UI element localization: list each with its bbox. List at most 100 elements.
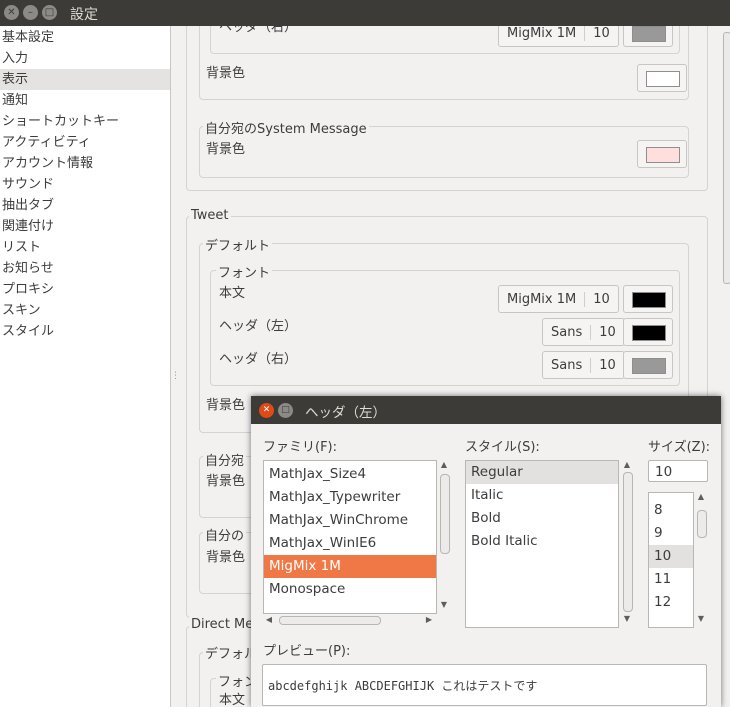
scroll-thumb[interactable] xyxy=(623,472,633,612)
font-size: 10 xyxy=(584,26,618,41)
scroll-down-icon[interactable]: ▼ xyxy=(695,614,707,623)
scroll-thumb[interactable] xyxy=(440,474,450,554)
sidebar-item[interactable]: お知らせ xyxy=(0,258,170,279)
style-list-scrollbar[interactable]: ▲ ▼ xyxy=(621,460,633,626)
family-list-scrollbar[interactable]: ▲ ▼ xyxy=(438,460,450,612)
dialog-close-icon[interactable]: ✕ xyxy=(259,403,274,418)
tweet-body-color-button[interactable] xyxy=(623,285,673,313)
content-scrollbar-thumb[interactable] xyxy=(723,32,730,284)
style-list-item[interactable]: Bold Italic xyxy=(466,530,618,553)
style-list-item[interactable]: Bold xyxy=(466,507,618,530)
tweet-own-title: 自分の xyxy=(203,525,247,544)
size-list-item[interactable]: 12 xyxy=(649,591,693,614)
sidebar-item[interactable]: 通知 xyxy=(0,90,170,111)
sidebar-item[interactable]: サウンド xyxy=(0,174,170,195)
tweet-title: Tweet xyxy=(189,208,231,223)
font-size: 10 xyxy=(590,324,624,340)
dialog-maximize-icon[interactable]: □ xyxy=(278,403,293,418)
size-list-scrollbar[interactable]: ▲ ▼ xyxy=(695,492,707,626)
font-chooser-dialog: ✕ □ ヘッダ（左） ファミリ(F): スタイル(S): サイズ(Z): Mat… xyxy=(251,396,721,707)
self-message-title: 自分宛のSystem Message xyxy=(203,118,369,137)
tweet-header-right-color-button[interactable] xyxy=(623,351,673,379)
scroll-thumb[interactable] xyxy=(279,616,381,625)
settings-sidebar: 基本設定 入力 表示 通知 ショートカットキー アクティビティ アカウント情報 サウンド 抽出タ… xyxy=(0,26,171,707)
scroll-up-icon[interactable]: ▲ xyxy=(695,492,707,501)
style-label: スタイル(S): xyxy=(465,440,540,455)
family-list-item[interactable]: MathJax_WinIE6 xyxy=(264,532,436,555)
upper-bg-color-button[interactable] xyxy=(637,64,687,92)
family-list-item[interactable]: MathJax_WinChrome xyxy=(264,509,436,532)
scroll-down-icon[interactable]: ▼ xyxy=(621,614,633,623)
tweet-header-right-label: ヘッダ（右） xyxy=(219,352,298,367)
sidebar-item[interactable]: ショートカットキー xyxy=(0,111,170,132)
self-message-bg-label: 背景色 xyxy=(206,142,246,157)
size-input[interactable]: 10 xyxy=(648,460,708,482)
color-swatch xyxy=(632,26,666,42)
style-list[interactable]: Regular Italic Bold Bold Italic xyxy=(465,460,619,628)
size-list-item[interactable]: 10 xyxy=(649,545,693,568)
preview-label: プレビュー(P): xyxy=(263,644,351,659)
tweet-body-font-button[interactable]: MigMix 1M 10 xyxy=(498,285,619,313)
tweet-body-label: 本文 xyxy=(219,286,246,301)
family-list-item[interactable]: Monospace xyxy=(264,578,436,601)
family-list-hscrollbar[interactable]: ◀ ▶ xyxy=(263,614,435,626)
self-message-bg-color-button[interactable] xyxy=(637,140,687,168)
family-label: ファミリ(F): xyxy=(263,440,338,455)
sidebar-item[interactable]: スタイル xyxy=(0,321,170,342)
size-list-item[interactable]: 8 xyxy=(649,499,693,522)
sidebar-item[interactable]: 関連付け xyxy=(0,216,170,237)
font-name: MigMix 1M xyxy=(507,291,577,307)
upper-header-color-button[interactable] xyxy=(623,26,673,47)
family-list-item[interactable]: MigMix 1M xyxy=(264,555,436,578)
scroll-up-icon[interactable]: ▲ xyxy=(438,460,450,469)
sidebar-item[interactable]: スキン xyxy=(0,300,170,321)
sidebar-item[interactable]: アクティビティ xyxy=(0,132,170,153)
maximize-window-icon[interactable]: □ xyxy=(42,5,57,20)
sidebar-item[interactable]: 基本設定 xyxy=(0,27,170,48)
size-list-item[interactable]: 9 xyxy=(649,522,693,545)
sidebar-item[interactable]: 抽出タブ xyxy=(0,195,170,216)
scroll-up-icon[interactable]: ▲ xyxy=(621,460,633,469)
tweet-self-title: 自分宛 xyxy=(203,450,247,469)
color-swatch xyxy=(646,147,680,163)
style-list-item[interactable]: Italic xyxy=(466,484,618,507)
tweet-default-title: デフォルト xyxy=(203,235,273,254)
tweet-header-left-color-button[interactable] xyxy=(623,318,673,346)
pane-splitter[interactable]: ⋮ xyxy=(171,26,181,707)
dm-body-label: 本文 xyxy=(219,693,246,707)
tweet-header-left-font-button[interactable]: Sans 10 xyxy=(542,318,625,346)
size-list-item[interactable]: 11 xyxy=(649,568,693,591)
family-list[interactable]: MathJax_Size4 MathJax_Typewriter MathJax_W… xyxy=(263,460,437,614)
scroll-right-icon[interactable]: ▶ xyxy=(423,615,435,624)
content-scrollbar[interactable] xyxy=(722,26,730,707)
minimize-window-icon[interactable]: – xyxy=(23,5,38,20)
color-swatch xyxy=(632,358,666,374)
family-list-item[interactable]: MathJax_Typewriter xyxy=(264,486,436,509)
tweet-self-bg-label: 背景色 xyxy=(206,474,246,489)
scroll-down-icon[interactable]: ▼ xyxy=(438,600,450,609)
tweet-header-right-font-button[interactable]: Sans 10 xyxy=(542,351,625,379)
sidebar-item[interactable]: 入力 xyxy=(0,48,170,69)
sidebar-item[interactable]: 表示 xyxy=(0,69,170,90)
window-titlebar: ✕ – □ 設定 xyxy=(0,0,730,26)
window-title: 設定 xyxy=(70,7,98,23)
font-size: 10 xyxy=(584,291,618,307)
upper-header-font-button[interactable]: MigMix 1M 10 xyxy=(498,26,619,47)
style-list-item[interactable]: Regular xyxy=(466,461,618,484)
sidebar-item[interactable]: リスト xyxy=(0,237,170,258)
dm-title: Direct Me xyxy=(189,617,256,632)
preview-input[interactable]: abcdefghijk ABCDEFGHIJK これはテストです xyxy=(262,664,707,706)
close-window-icon[interactable]: ✕ xyxy=(4,5,19,20)
sidebar-item[interactable]: プロキシ xyxy=(0,279,170,300)
scroll-left-icon[interactable]: ◀ xyxy=(263,615,275,624)
scroll-thumb[interactable] xyxy=(697,510,707,538)
size-list[interactable]: 8 9 10 11 12 xyxy=(648,492,694,628)
sidebar-item[interactable]: アカウント情報 xyxy=(0,153,170,174)
color-swatch xyxy=(632,325,666,341)
tweet-font-title: フォント xyxy=(216,262,273,281)
tweet-bg-label: 背景色 xyxy=(206,398,246,413)
color-swatch xyxy=(646,71,680,87)
font-name: Sans xyxy=(551,357,583,373)
upper-bg-label: 背景色 xyxy=(206,66,246,81)
family-list-item[interactable]: MathJax_Size4 xyxy=(264,463,436,486)
